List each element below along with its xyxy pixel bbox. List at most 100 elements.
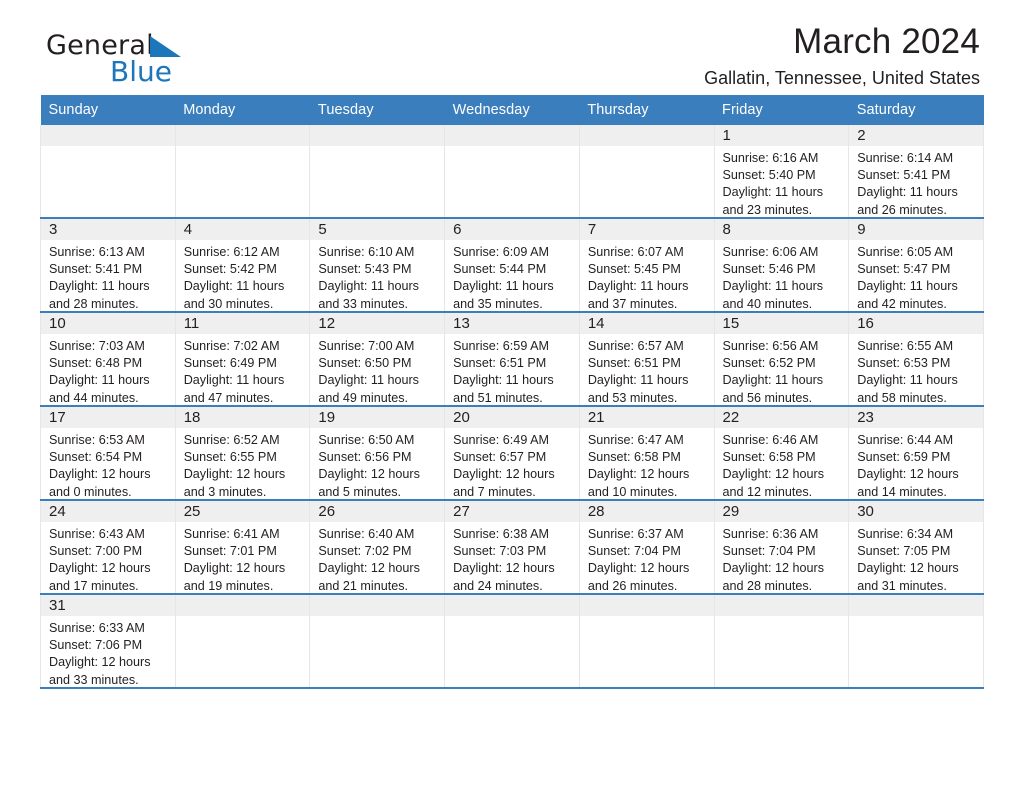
- day-details: Sunrise: 6:34 AM Sunset: 7:05 PM Daylight:…: [849, 522, 983, 595]
- day-cell-24[interactable]: 24 Sunrise: 6:43 AM Sunset: 7:00 PM Dayligh…: [40, 500, 176, 595]
- sunset-text: Sunset: 7:00 PM: [49, 544, 143, 559]
- day-cell-empty: [578, 125, 715, 219]
- day-cell-28[interactable]: 28 Sunrise: 6:37 AM Sunset: 7:04 PM Dayligh…: [578, 500, 715, 595]
- day-cell-6[interactable]: 6 Sunrise: 6:09 AM Sunset: 5:44 PM Daylight…: [444, 218, 580, 313]
- calendar-header-row: Sunday Monday Tuesday Wednesday Thursday Frid…: [40, 95, 984, 125]
- day-cell-content: 31 Sunrise: 6:33 AM Sunset: 7:06 PM Dayligh…: [41, 595, 175, 687]
- day-cell-content: 18 Sunrise: 6:52 AM Sunset: 6:55 PM Dayligh…: [175, 407, 310, 499]
- day-cell-2[interactable]: 2 Sunrise: 6:14 AM Sunset: 5:41 PM Daylight…: [848, 125, 984, 219]
- sunset-text: Sunset: 7:01 PM: [183, 544, 277, 559]
- day-cell-18[interactable]: 18 Sunrise: 6:52 AM Sunset: 6:55 PM Dayligh…: [174, 406, 311, 501]
- day-cell-23[interactable]: 23 Sunrise: 6:44 AM Sunset: 6:59 PM Dayligh…: [848, 406, 984, 501]
- daylight-text-line1: Daylight: 12 hours: [183, 561, 286, 576]
- day-cell-29[interactable]: 29 Sunrise: 6:36 AM Sunset: 7:04 PM Dayligh…: [713, 500, 850, 595]
- daylight-text-line2: and 19 minutes.: [183, 578, 274, 593]
- daylight-text-line2: and 49 minutes.: [318, 390, 409, 405]
- day-cell-31[interactable]: 31 Sunrise: 6:33 AM Sunset: 7:06 PM Dayligh…: [40, 594, 176, 688]
- daylight-text-line1: Daylight: 11 hours: [318, 279, 419, 294]
- day-cell-19[interactable]: 19 Sunrise: 6:50 AM Sunset: 6:56 PM Dayligh…: [309, 406, 446, 501]
- day-cell-content: 12 Sunrise: 7:00 AM Sunset: 6:50 PM Dayligh…: [310, 313, 445, 405]
- day-cell-10[interactable]: 10 Sunrise: 7:03 AM Sunset: 6:48 PM Dayligh…: [40, 312, 176, 407]
- sunset-text: Sunset: 5:44 PM: [453, 262, 547, 277]
- daylight-text-line2: and 10 minutes.: [587, 484, 678, 499]
- day-cell-16[interactable]: 16 Sunrise: 6:55 AM Sunset: 6:53 PM Dayligh…: [848, 312, 984, 407]
- day-cell-content: 20 Sunrise: 6:49 AM Sunset: 6:57 PM Dayligh…: [445, 407, 579, 499]
- day-number: [445, 595, 579, 616]
- daylight-text-line1: Daylight: 11 hours: [722, 373, 824, 388]
- calendar-week-row: 3 Sunrise: 6:13 AM Sunset: 5:41 PM Daylight…: [40, 218, 984, 313]
- day-cell-14[interactable]: 14 Sunrise: 6:57 AM Sunset: 6:51 PM Dayligh…: [578, 312, 715, 407]
- day-number: 29: [714, 501, 849, 522]
- day-cell-content: 25 Sunrise: 6:41 AM Sunset: 7:01 PM Dayligh…: [175, 501, 310, 593]
- day-details: Sunrise: 6:59 AM Sunset: 6:51 PM Daylight:…: [445, 334, 579, 407]
- sunset-text: Sunset: 6:55 PM: [183, 450, 277, 465]
- day-cell-25[interactable]: 25 Sunrise: 6:41 AM Sunset: 7:01 PM Dayligh…: [174, 500, 311, 595]
- daylight-text-line2: and 31 minutes.: [857, 578, 947, 593]
- calendar-week-row: 31 Sunrise: 6:33 AM Sunset: 7:06 PM Dayligh…: [40, 594, 984, 688]
- daylight-text-line2: and 37 minutes.: [587, 296, 678, 311]
- day-cell-content: 11 Sunrise: 7:02 AM Sunset: 6:49 PM Dayligh…: [175, 313, 310, 405]
- day-number: 24: [41, 501, 175, 522]
- day-number: 8: [714, 219, 849, 240]
- day-cell-5[interactable]: 5 Sunrise: 6:10 AM Sunset: 5:43 PM Daylight…: [309, 218, 446, 313]
- day-details: Sunrise: 6:07 AM Sunset: 5:45 PM Daylight:…: [580, 240, 714, 313]
- day-cell-13[interactable]: 13 Sunrise: 6:59 AM Sunset: 6:51 PM Dayligh…: [444, 312, 580, 407]
- day-number: 22: [714, 407, 849, 428]
- daylight-text-line1: Daylight: 12 hours: [722, 467, 825, 482]
- day-number: [310, 125, 445, 146]
- sunrise-text: Sunrise: 6:10 AM: [318, 245, 415, 259]
- day-cell-content: 7 Sunrise: 6:07 AM Sunset: 5:45 PM Daylight…: [579, 219, 714, 313]
- day-cell-22[interactable]: 22 Sunrise: 6:46 AM Sunset: 6:58 PM Dayligh…: [713, 406, 850, 501]
- sunset-text: Sunset: 6:58 PM: [587, 450, 681, 465]
- day-cell-8[interactable]: 8 Sunrise: 6:06 AM Sunset: 5:46 PM Daylight…: [713, 218, 850, 313]
- day-cell-4[interactable]: 4 Sunrise: 6:12 AM Sunset: 5:42 PM Daylight…: [174, 218, 311, 313]
- day-cell-7[interactable]: 7 Sunrise: 6:07 AM Sunset: 5:45 PM Daylight…: [578, 218, 715, 313]
- day-details: Sunrise: 6:06 AM Sunset: 5:46 PM Daylight:…: [715, 240, 849, 313]
- day-cell-17[interactable]: 17 Sunrise: 6:53 AM Sunset: 6:54 PM Dayligh…: [40, 406, 176, 501]
- day-cell-20[interactable]: 20 Sunrise: 6:49 AM Sunset: 6:57 PM Dayligh…: [444, 406, 580, 501]
- day-number: [175, 125, 310, 146]
- day-cell-empty: [309, 594, 446, 688]
- day-cell-empty: [444, 125, 580, 219]
- day-cell-content: 22 Sunrise: 6:46 AM Sunset: 6:58 PM Dayligh…: [714, 407, 849, 499]
- day-cell-15[interactable]: 15 Sunrise: 6:56 AM Sunset: 6:52 PM Dayligh…: [713, 312, 850, 407]
- day-cell-content: 6 Sunrise: 6:09 AM Sunset: 5:44 PM Daylight…: [445, 219, 579, 311]
- day-number: [849, 595, 983, 616]
- day-cell-12[interactable]: 12 Sunrise: 7:00 AM Sunset: 6:50 PM Dayligh…: [309, 312, 446, 407]
- daylight-text-line1: Daylight: 11 hours: [49, 279, 150, 294]
- day-cell-1[interactable]: 1 Sunrise: 6:16 AM Sunset: 5:40 PM Daylight…: [713, 125, 850, 219]
- day-number: 11: [175, 313, 310, 334]
- day-number: [445, 125, 579, 146]
- daylight-text-line2: and 7 minutes.: [453, 484, 536, 499]
- day-number: 26: [310, 501, 445, 522]
- day-cell-30[interactable]: 30 Sunrise: 6:34 AM Sunset: 7:05 PM Dayligh…: [848, 500, 984, 595]
- day-cell-content: [310, 595, 445, 687]
- daylight-text-line1: Daylight: 11 hours: [857, 185, 958, 200]
- day-cell-11[interactable]: 11 Sunrise: 7:02 AM Sunset: 6:49 PM Dayligh…: [174, 312, 311, 407]
- day-cell-content: [445, 125, 579, 217]
- calendar-week-row: 1 Sunrise: 6:16 AM Sunset: 5:40 PM Daylight…: [40, 125, 984, 219]
- day-number: [175, 595, 310, 616]
- day-details: Sunrise: 6:47 AM Sunset: 6:58 PM Daylight:…: [580, 428, 714, 501]
- weekday-header-monday: Monday: [175, 95, 310, 125]
- sunrise-text: Sunrise: 7:00 AM: [318, 339, 415, 353]
- day-details: Sunrise: 6:37 AM Sunset: 7:04 PM Daylight:…: [580, 522, 714, 595]
- generalblue-logo[interactable]: General Blue: [46, 32, 246, 94]
- sunset-text: Sunset: 7:05 PM: [857, 544, 951, 559]
- sunrise-text: Sunrise: 6:06 AM: [722, 245, 819, 259]
- day-cell-27[interactable]: 27 Sunrise: 6:38 AM Sunset: 7:03 PM Dayligh…: [444, 500, 580, 595]
- daylight-text-line2: and 12 minutes.: [722, 484, 813, 499]
- day-cell-content: 3 Sunrise: 6:13 AM Sunset: 5:41 PM Daylight…: [41, 219, 175, 311]
- daylight-text-line1: Daylight: 12 hours: [857, 467, 959, 482]
- day-cell-21[interactable]: 21 Sunrise: 6:47 AM Sunset: 6:58 PM Dayligh…: [578, 406, 715, 501]
- day-details: Sunrise: 6:36 AM Sunset: 7:04 PM Daylight:…: [715, 522, 849, 595]
- sunrise-text: Sunrise: 6:34 AM: [857, 527, 954, 541]
- daylight-text-line1: Daylight: 12 hours: [857, 561, 959, 576]
- day-cell-26[interactable]: 26 Sunrise: 6:40 AM Sunset: 7:02 PM Dayligh…: [309, 500, 446, 595]
- day-cell-9[interactable]: 9 Sunrise: 6:05 AM Sunset: 5:47 PM Daylight…: [848, 218, 984, 313]
- sunrise-text: Sunrise: 6:14 AM: [857, 151, 954, 165]
- day-number: 15: [714, 313, 849, 334]
- day-cell-3[interactable]: 3 Sunrise: 6:13 AM Sunset: 5:41 PM Daylight…: [40, 218, 176, 313]
- day-number: 14: [579, 313, 714, 334]
- daylight-text-line2: and 40 minutes.: [722, 296, 813, 311]
